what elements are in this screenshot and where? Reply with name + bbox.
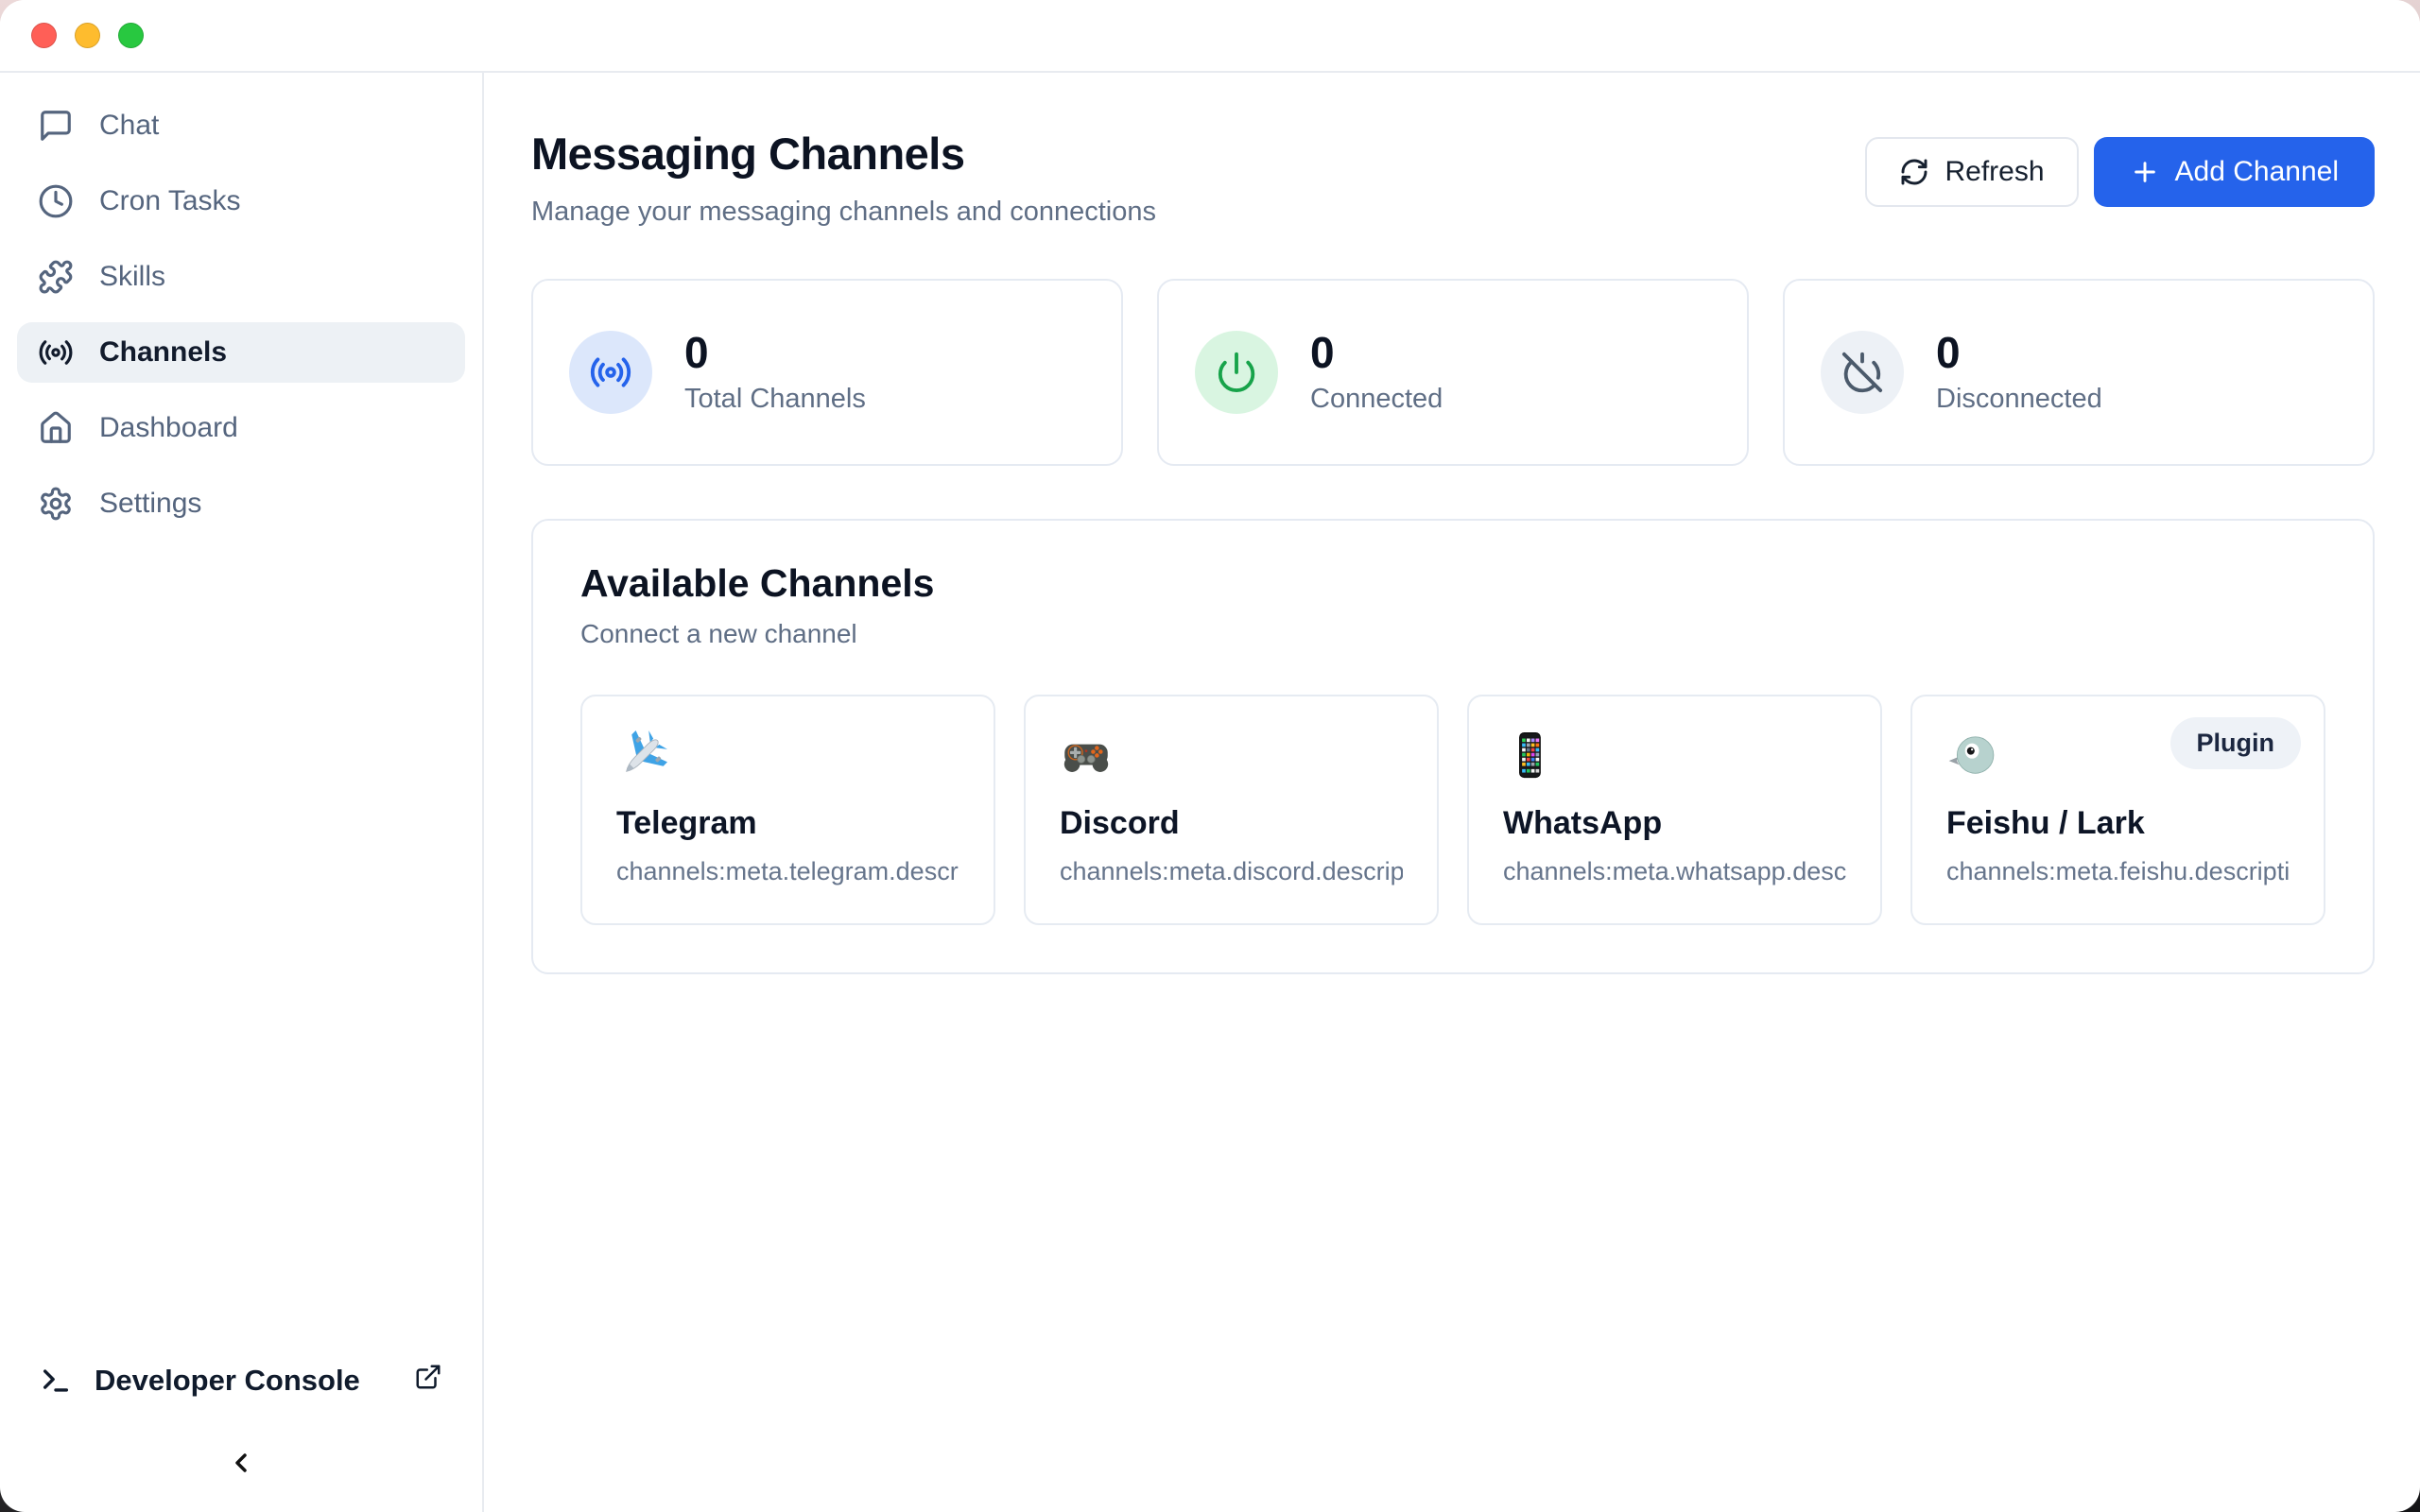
airplane-emoji bbox=[616, 729, 959, 786]
main-content: Messaging Channels Manage your messaging… bbox=[484, 73, 2420, 1512]
power-icon bbox=[1195, 331, 1278, 414]
external-link-icon bbox=[414, 1363, 442, 1399]
channel-card-telegram[interactable]: Telegram channels:meta.telegram.descript bbox=[580, 695, 995, 925]
sidebar-item-settings[interactable]: Settings bbox=[17, 473, 465, 534]
app-window: Chat Cron Tasks Skills Channels Dashboar bbox=[0, 0, 2420, 1512]
sidebar-item-label: Dashboard bbox=[99, 412, 238, 444]
puzzle-icon bbox=[38, 259, 74, 295]
channel-description: channels:meta.feishu.description bbox=[1946, 857, 2290, 886]
connected-value: 0 bbox=[1310, 331, 1443, 374]
sidebar-item-label: Cron Tasks bbox=[99, 185, 241, 217]
minimize-window-button[interactable] bbox=[75, 23, 100, 48]
gear-icon bbox=[38, 486, 74, 522]
channel-name: Discord bbox=[1060, 805, 1403, 842]
chat-bubble-icon bbox=[38, 108, 74, 144]
refresh-icon bbox=[1899, 157, 1929, 187]
channel-name: WhatsApp bbox=[1503, 805, 1846, 842]
collapse-sidebar-button[interactable] bbox=[226, 1448, 256, 1478]
channel-name: Feishu / Lark bbox=[1946, 805, 2290, 842]
clock-icon bbox=[38, 183, 74, 219]
sidebar-item-dashboard[interactable]: Dashboard bbox=[17, 398, 465, 458]
add-channel-label: Add Channel bbox=[2175, 156, 2339, 188]
channel-card-feishu[interactable]: Plugin Feishu / Lark bbox=[1910, 695, 2325, 925]
gamepad-emoji bbox=[1060, 729, 1403, 786]
available-channels-subtitle: Connect a new channel bbox=[580, 619, 2325, 649]
disconnected-value: 0 bbox=[1936, 331, 2102, 374]
developer-console-label: Developer Console bbox=[95, 1364, 360, 1398]
page-subtitle: Manage your messaging channels and conne… bbox=[531, 196, 1156, 229]
available-channels-title: Available Channels bbox=[580, 562, 2325, 605]
total-channels-value: 0 bbox=[684, 331, 866, 374]
sidebar-item-skills[interactable]: Skills bbox=[17, 247, 465, 307]
total-channels-label: Total Channels bbox=[684, 384, 866, 415]
refresh-button[interactable]: Refresh bbox=[1865, 137, 2078, 207]
disconnected-label: Disconnected bbox=[1936, 384, 2102, 415]
sidebar-item-label: Skills bbox=[99, 261, 165, 293]
broadcast-icon bbox=[569, 331, 652, 414]
channel-card-whatsapp[interactable]: WhatsApp channels:meta.whatsapp.descrip bbox=[1467, 695, 1882, 925]
sidebar-item-cron-tasks[interactable]: Cron Tasks bbox=[17, 171, 465, 232]
add-channel-button[interactable]: Add Channel bbox=[2094, 137, 2375, 207]
sidebar-item-channels[interactable]: Channels bbox=[17, 322, 465, 383]
sidebar-item-label: Settings bbox=[99, 488, 201, 520]
sidebar-item-chat[interactable]: Chat bbox=[17, 95, 465, 156]
channel-card-discord[interactable]: Discord channels:meta.discord.descriptio bbox=[1024, 695, 1439, 925]
available-channels-panel: Available Channels Connect a new channel bbox=[531, 519, 2375, 973]
radio-icon bbox=[38, 335, 74, 370]
sidebar-item-label: Channels bbox=[99, 336, 227, 369]
channel-description: channels:meta.whatsapp.descrip bbox=[1503, 857, 1846, 886]
stat-card-total-channels: 0 Total Channels bbox=[531, 279, 1123, 466]
sidebar: Chat Cron Tasks Skills Channels Dashboar bbox=[0, 73, 484, 1512]
power-off-icon bbox=[1821, 331, 1904, 414]
channel-description: channels:meta.discord.descriptio bbox=[1060, 857, 1403, 886]
plus-icon bbox=[2130, 157, 2160, 187]
plugin-badge: Plugin bbox=[2170, 717, 2302, 769]
smartphone-emoji bbox=[1503, 729, 1846, 786]
sidebar-item-label: Chat bbox=[99, 110, 159, 142]
channel-description: channels:meta.telegram.descript bbox=[616, 857, 959, 886]
page-title: Messaging Channels bbox=[531, 129, 1156, 179]
refresh-label: Refresh bbox=[1945, 156, 2044, 188]
close-window-button[interactable] bbox=[31, 23, 57, 48]
zoom-window-button[interactable] bbox=[118, 23, 144, 48]
channel-grid: Telegram channels:meta.telegram.descript bbox=[580, 695, 2325, 925]
developer-console-link[interactable]: Developer Console bbox=[17, 1363, 465, 1399]
stat-card-connected: 0 Connected bbox=[1157, 279, 1749, 466]
terminal-icon bbox=[40, 1365, 72, 1397]
home-icon bbox=[38, 410, 74, 446]
sidebar-nav: Chat Cron Tasks Skills Channels Dashboar bbox=[17, 95, 465, 534]
connected-label: Connected bbox=[1310, 384, 1443, 415]
stats-row: 0 Total Channels 0 Connected bbox=[531, 279, 2375, 466]
stat-card-disconnected: 0 Disconnected bbox=[1783, 279, 2375, 466]
titlebar bbox=[0, 0, 2420, 73]
channel-name: Telegram bbox=[616, 805, 959, 842]
